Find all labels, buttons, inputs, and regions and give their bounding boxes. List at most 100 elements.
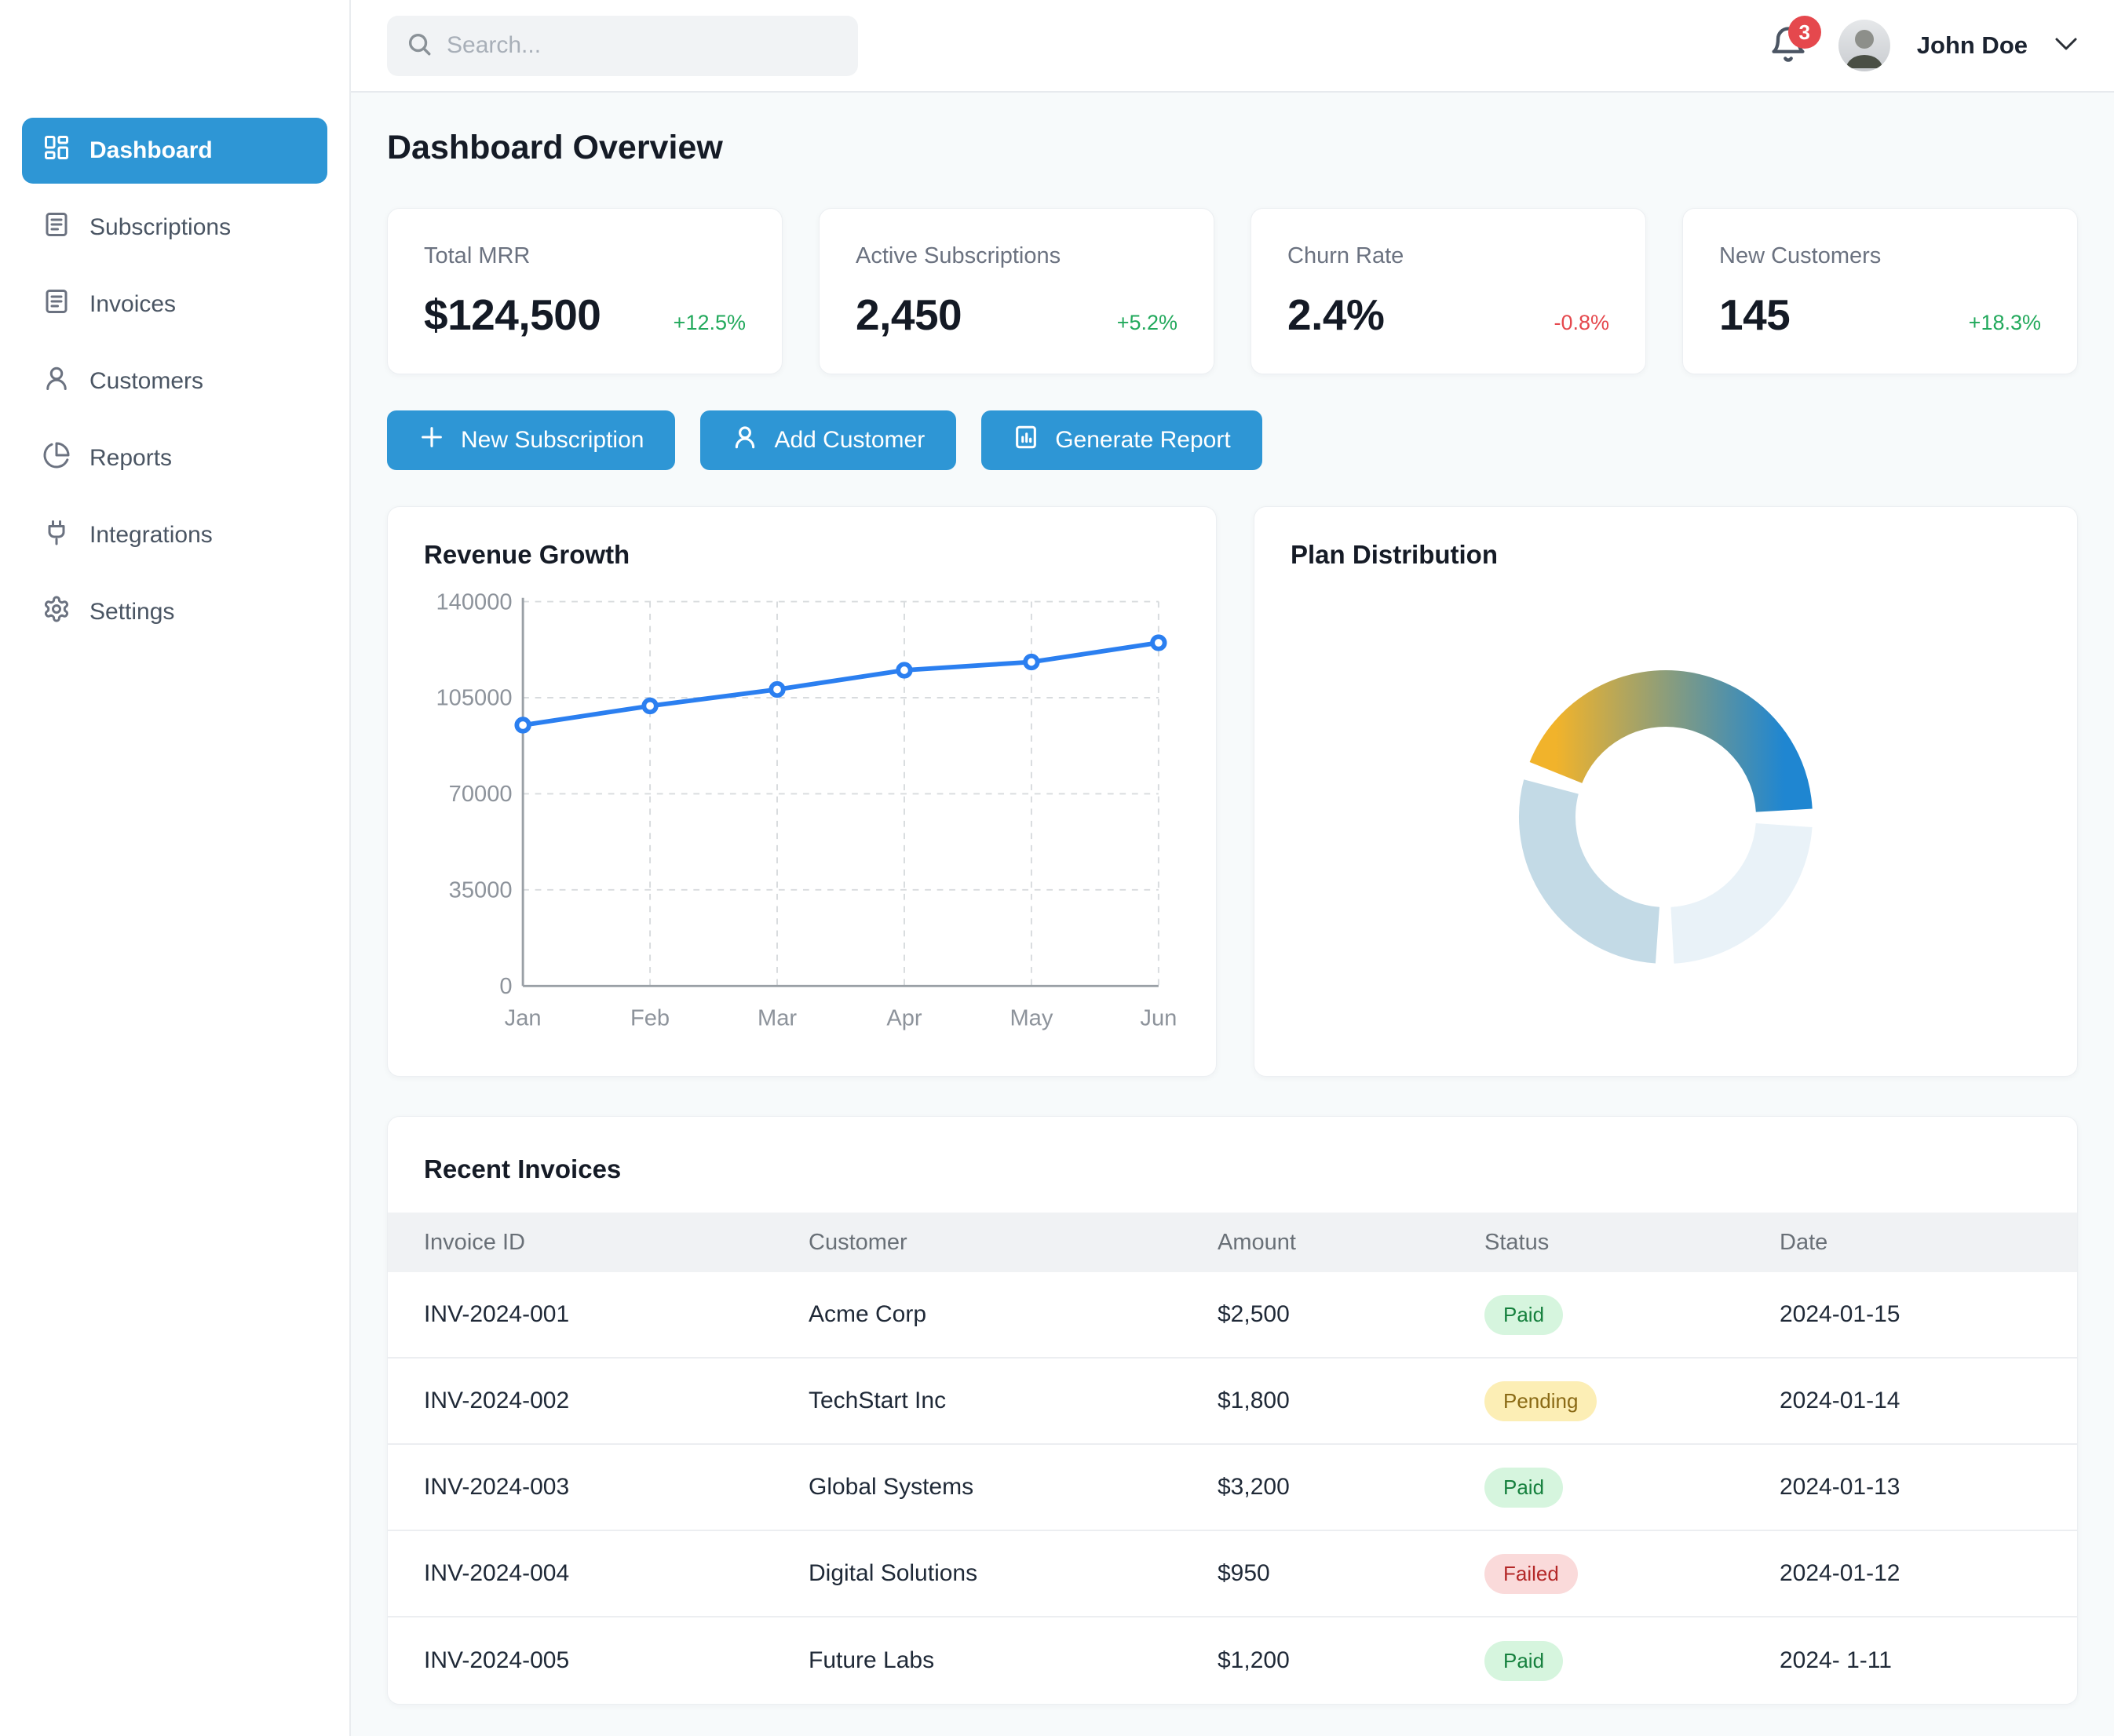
svg-text:70000: 70000	[449, 782, 513, 807]
date-cell: 2024-01-14	[1780, 1388, 2041, 1414]
invoice-id-cell: INV-2024-005	[424, 1647, 809, 1674]
notification-badge: 3	[1788, 16, 1821, 49]
revenue-growth-card: Revenue Growth 03500070000105000140000Ja…	[387, 506, 1217, 1077]
svg-text:Mar: Mar	[758, 1006, 797, 1031]
sidebar-item-label: Settings	[89, 599, 174, 625]
status-badge: Failed	[1484, 1554, 1578, 1594]
table-row: INV-2024-002 TechStart Inc $1,800 Pendin…	[388, 1359, 2077, 1445]
sidebar-item-label: Invoices	[89, 291, 176, 318]
page-title: Dashboard Overview	[387, 129, 2078, 167]
sidebar: Dashboard Subscriptions Invoices Custome…	[0, 0, 351, 1736]
stat-value: 2,450	[856, 290, 962, 340]
customer-cell: Acme Corp	[809, 1301, 1218, 1328]
report-document-icon	[1013, 424, 1039, 457]
sidebar-item-label: Integrations	[89, 522, 213, 549]
svg-text:35000: 35000	[449, 878, 513, 903]
stat-delta: +5.2%	[1117, 311, 1177, 335]
table-title: Recent Invoices	[388, 1117, 2077, 1213]
customer-cell: Global Systems	[809, 1474, 1218, 1501]
plug-icon	[42, 518, 71, 553]
gear-icon	[42, 595, 71, 629]
charts-row: Revenue Growth 03500070000105000140000Ja…	[387, 506, 2078, 1077]
button-label: Generate Report	[1055, 427, 1230, 454]
search-input[interactable]	[447, 32, 839, 59]
sidebar-item-customers[interactable]: Customers	[22, 348, 327, 414]
status-badge: Pending	[1484, 1381, 1597, 1421]
sidebar-item-integrations[interactable]: Integrations	[22, 502, 327, 568]
amount-cell: $1,800	[1218, 1388, 1484, 1414]
stat-value: $124,500	[424, 290, 601, 340]
customer-cell: Future Labs	[809, 1647, 1218, 1674]
stat-label: Churn Rate	[1287, 243, 1609, 269]
table-row: INV-2024-001 Acme Corp $2,500 Paid 2024-…	[388, 1272, 2077, 1359]
svg-text:Jun: Jun	[1140, 1006, 1177, 1031]
stat-card-active-subscriptions: Active Subscriptions 2,450 +5.2%	[819, 208, 1214, 374]
stat-card-churn-rate: Churn Rate 2.4% -0.8%	[1251, 208, 1646, 374]
amount-cell: $1,200	[1218, 1647, 1484, 1674]
sidebar-item-reports[interactable]: Reports	[22, 425, 327, 491]
plan-distribution-card: Plan Distribution	[1254, 506, 2078, 1077]
document-icon	[42, 210, 71, 245]
status-badge: Paid	[1484, 1468, 1563, 1508]
amount-cell: $3,200	[1218, 1474, 1484, 1501]
new-subscription-button[interactable]: New Subscription	[387, 410, 675, 470]
person-icon	[732, 424, 758, 457]
column-header-amount: Amount	[1218, 1230, 1484, 1256]
avatar[interactable]	[1838, 20, 1890, 71]
svg-text:May: May	[1010, 1006, 1053, 1031]
column-header-invoice-id: Invoice ID	[424, 1230, 809, 1256]
customer-cell: TechStart Inc	[809, 1388, 1218, 1414]
svg-text:Jan: Jan	[505, 1006, 542, 1031]
sidebar-item-label: Subscriptions	[89, 214, 231, 241]
sidebar-item-label: Reports	[89, 445, 172, 472]
date-cell: 2024-01-13	[1780, 1474, 2041, 1501]
sidebar-item-label: Dashboard	[89, 137, 213, 164]
button-label: New Subscription	[461, 427, 644, 454]
date-cell: 2024-01-12	[1780, 1560, 2041, 1587]
revenue-line-chart: 03500070000105000140000JanFebMarAprMayJu…	[424, 590, 1181, 1043]
user-name[interactable]: John Doe	[1917, 31, 2028, 60]
svg-text:Apr: Apr	[886, 1006, 922, 1031]
stat-delta: +12.5%	[674, 311, 746, 335]
sidebar-item-invoices[interactable]: Invoices	[22, 272, 327, 337]
chevron-down-icon[interactable]	[2054, 36, 2078, 56]
search-box	[387, 16, 858, 76]
stats-row: Total MRR $124,500 +12.5% Active Subscri…	[387, 208, 2078, 374]
sidebar-item-subscriptions[interactable]: Subscriptions	[22, 195, 327, 261]
stat-label: New Customers	[1719, 243, 2041, 269]
invoice-id-cell: INV-2024-004	[424, 1560, 809, 1587]
invoice-id-cell: INV-2024-003	[424, 1474, 809, 1501]
amount-cell: $950	[1218, 1560, 1484, 1587]
actions-row: New Subscription Add Customer Generate R…	[387, 410, 2078, 470]
svg-text:Feb: Feb	[630, 1006, 670, 1031]
svg-text:105000: 105000	[436, 686, 513, 711]
notification-bell-icon[interactable]: 3	[1768, 24, 1812, 67]
stat-value: 2.4%	[1287, 290, 1384, 340]
table-row: INV-2024-005 Future Labs $1,200 Paid 202…	[388, 1617, 2077, 1704]
generate-report-button[interactable]: Generate Report	[981, 410, 1261, 470]
add-customer-button[interactable]: Add Customer	[700, 410, 956, 470]
table-row: INV-2024-003 Global Systems $3,200 Paid …	[388, 1445, 2077, 1531]
main-content: Dashboard Overview Total MRR $124,500 +1…	[351, 93, 2114, 1736]
column-header-customer: Customer	[809, 1230, 1218, 1256]
stat-card-new-customers: New Customers 145 +18.3%	[1682, 208, 2078, 374]
sidebar-item-dashboard[interactable]: Dashboard	[22, 118, 327, 184]
stat-delta: +18.3%	[1969, 311, 2041, 335]
button-label: Add Customer	[774, 427, 925, 454]
pie-chart-icon	[42, 441, 71, 476]
recent-invoices-card: Recent Invoices Invoice ID Customer Amou…	[387, 1116, 2078, 1705]
dashboard-grid-icon	[42, 133, 71, 168]
stat-label: Total MRR	[424, 243, 746, 269]
chart-title: Plan Distribution	[1291, 540, 2041, 570]
table-header-row: Invoice ID Customer Amount Status Date	[388, 1213, 2077, 1272]
amount-cell: $2,500	[1218, 1301, 1484, 1328]
invoice-id-cell: INV-2024-002	[424, 1388, 809, 1414]
stat-value: 145	[1719, 290, 1790, 340]
stat-delta: -0.8%	[1554, 311, 1609, 335]
invoice-id-cell: INV-2024-001	[424, 1301, 809, 1328]
sidebar-item-settings[interactable]: Settings	[22, 579, 327, 645]
stat-card-total-mrr: Total MRR $124,500 +12.5%	[387, 208, 783, 374]
table-row: INV-2024-004 Digital Solutions $950 Fail…	[388, 1531, 2077, 1617]
status-badge: Paid	[1484, 1641, 1563, 1681]
sidebar-item-label: Customers	[89, 368, 203, 395]
